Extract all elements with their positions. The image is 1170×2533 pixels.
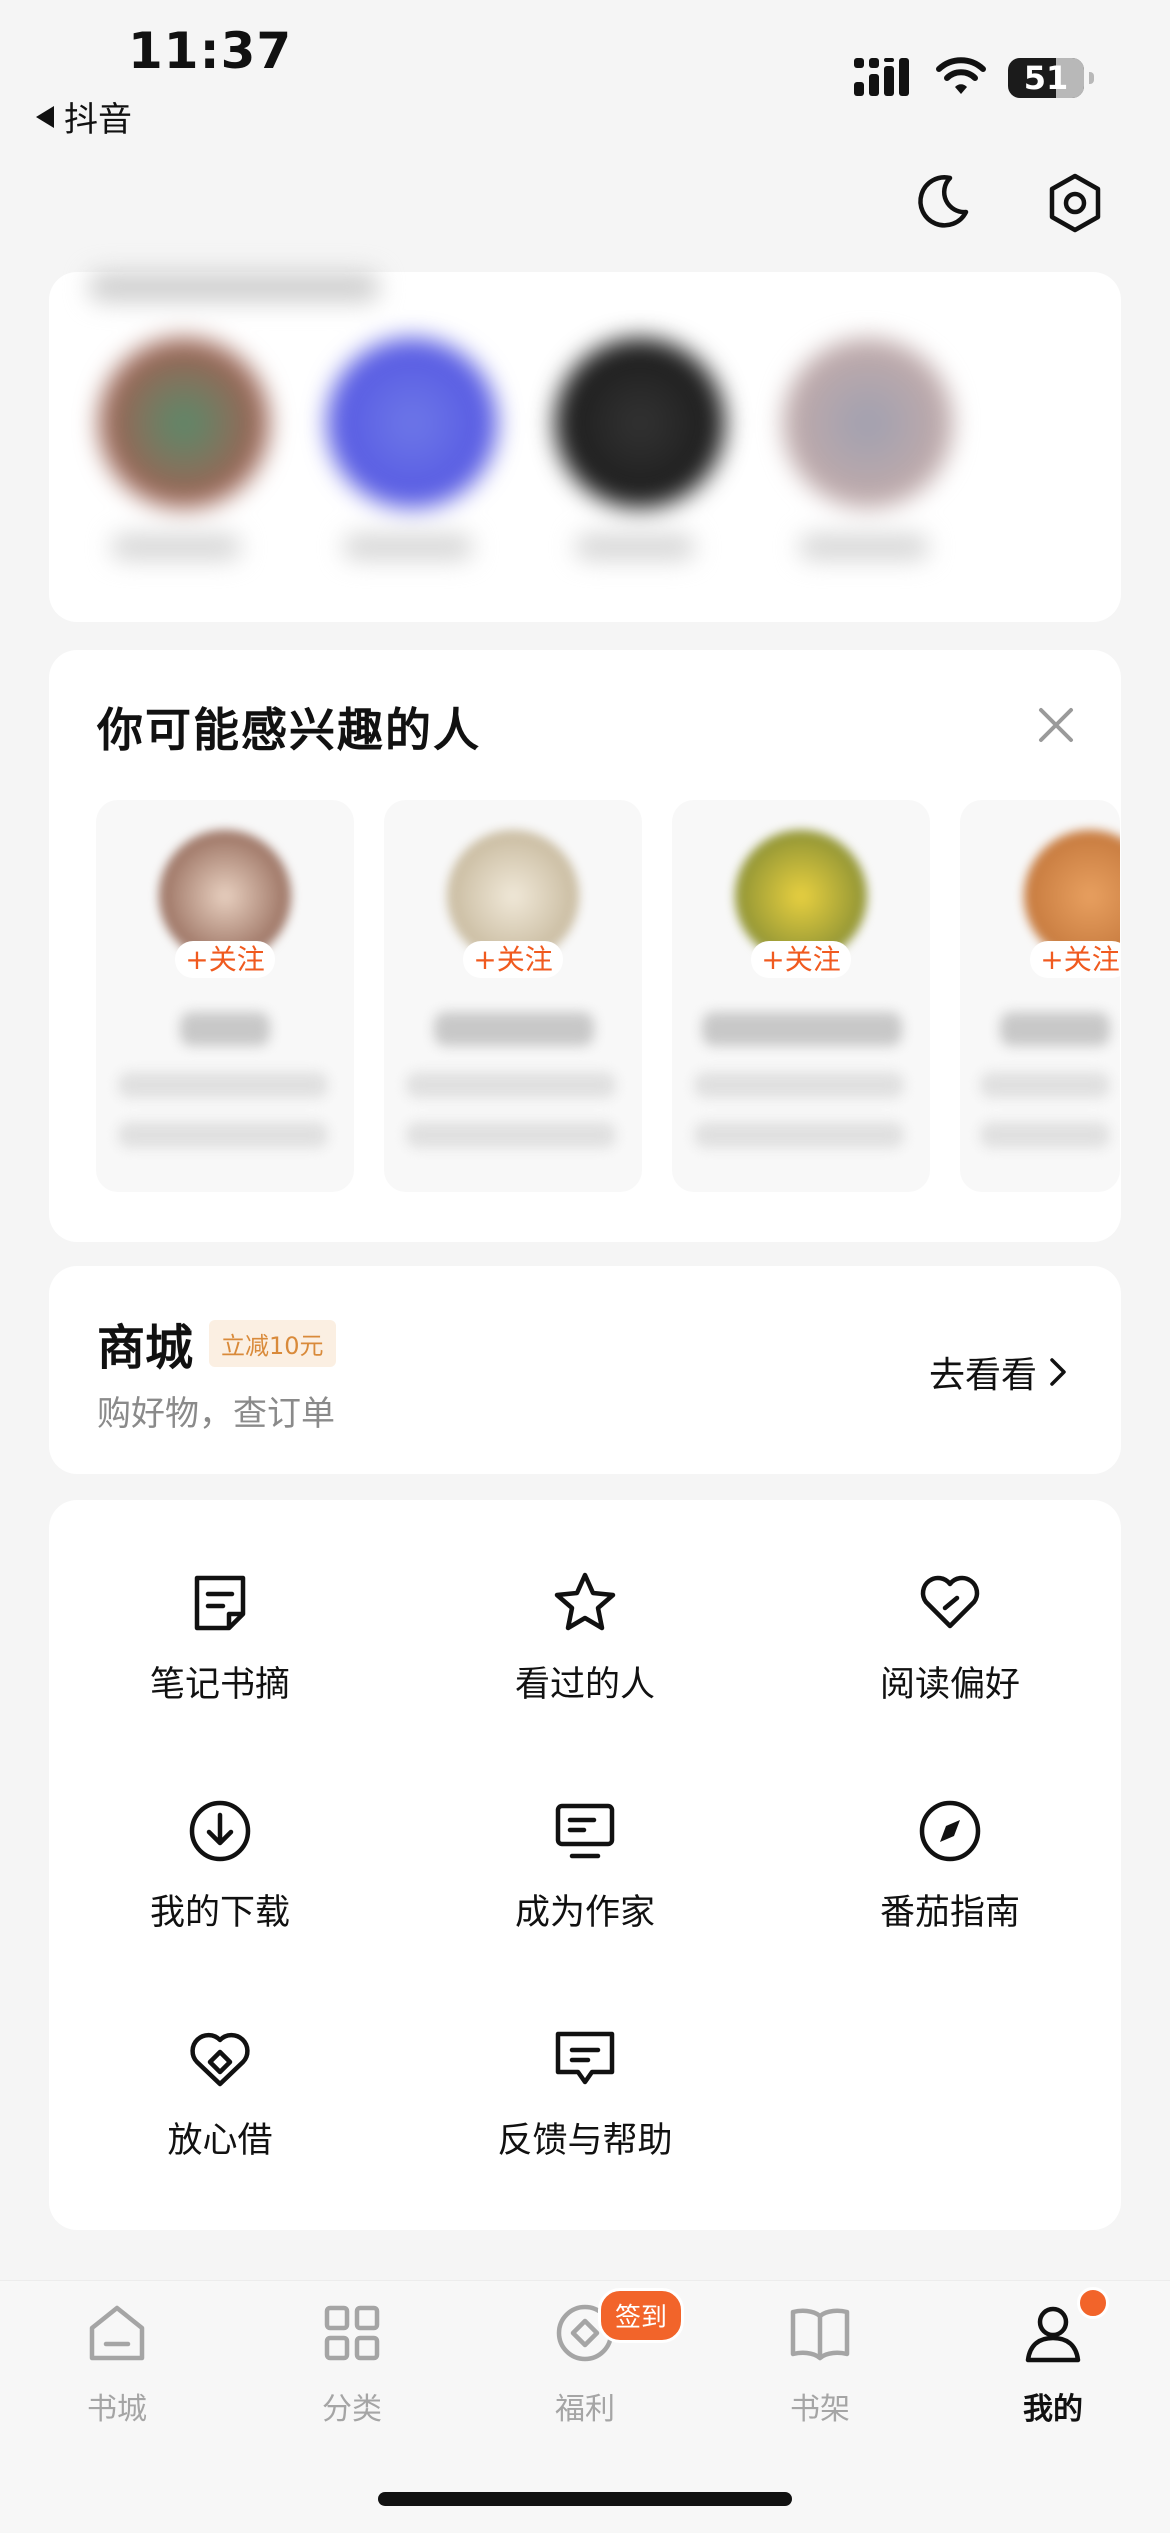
tab-label: 书架 xyxy=(790,2392,850,2427)
service-label: 看过的人 xyxy=(514,1665,655,1705)
notification-dot xyxy=(1077,2287,1109,2319)
follow-button[interactable]: +关注 xyxy=(96,938,354,978)
back-to-app-button[interactable]: 抖音 xyxy=(36,92,132,141)
follow-button[interactable]: +关注 xyxy=(384,938,642,978)
service-become-writer[interactable]: 成为作家 xyxy=(415,1796,755,1935)
feedback-icon xyxy=(550,2024,620,2094)
tab-bookstore[interactable]: 书城 xyxy=(47,2300,187,2428)
service-guide[interactable]: 番茄指南 xyxy=(780,1796,1120,1935)
suggested-user-card[interactable]: +关注 xyxy=(384,800,642,1192)
moon-icon[interactable] xyxy=(912,172,972,232)
monitor-icon xyxy=(550,1796,620,1866)
service-loan[interactable]: 放心借 xyxy=(50,2024,390,2163)
service-notes[interactable]: 笔记书摘 xyxy=(50,1568,390,1707)
follow-button[interactable]: +关注 xyxy=(1000,938,1120,978)
tab-label: 分类 xyxy=(322,2392,382,2427)
service-feedback[interactable]: 反馈与帮助 xyxy=(415,2024,755,2163)
tab-label: 福利 xyxy=(555,2392,615,2427)
tab-label: 书城 xyxy=(87,2392,147,2427)
profile-icon xyxy=(1020,2300,1086,2366)
mall-subtitle: 购好物，查订单 xyxy=(97,1394,335,1434)
follow-button[interactable]: +关注 xyxy=(672,938,930,978)
mall-title: 商城 xyxy=(97,1320,194,1376)
note-icon xyxy=(185,1568,255,1638)
download-icon xyxy=(185,1796,255,1866)
service-label: 笔记书摘 xyxy=(149,1665,290,1705)
tab-bookshelf[interactable]: 书架 xyxy=(750,2300,890,2428)
chevron-right-icon xyxy=(1049,1357,1067,1387)
followed-authors-card xyxy=(49,272,1121,622)
mall-card[interactable]: 商城 立减10元 购好物，查订单 去看看 xyxy=(49,1266,1121,1474)
status-time: 11:37 xyxy=(128,22,293,80)
signal-icon xyxy=(854,56,916,98)
tab-category[interactable]: 分类 xyxy=(282,2300,422,2428)
home-icon xyxy=(84,2300,150,2366)
battery-level: 51 xyxy=(1023,59,1069,97)
mall-discount-badge: 立减10元 xyxy=(209,1319,336,1367)
loan-icon xyxy=(185,2024,255,2094)
mall-go-link[interactable]: 去看看 xyxy=(929,1346,1067,1398)
back-arrow-icon xyxy=(36,105,54,128)
service-label: 番茄指南 xyxy=(879,1893,1020,1933)
suggested-user-card[interactable]: +关注 xyxy=(672,800,930,1192)
service-preference[interactable]: 阅读偏好 xyxy=(780,1568,1120,1707)
star-icon xyxy=(550,1568,620,1638)
compass-icon xyxy=(915,1796,985,1866)
sign-in-badge[interactable]: 签到 xyxy=(598,2288,685,2343)
service-label: 放心借 xyxy=(167,2121,273,2161)
service-label: 我的下载 xyxy=(149,1893,290,1933)
tab-mine[interactable]: 我的 xyxy=(983,2300,1123,2428)
suggested-user-card[interactable]: +关注 xyxy=(96,800,354,1192)
mall-go-label: 去看看 xyxy=(929,1355,1038,1396)
service-downloads[interactable]: 我的下载 xyxy=(50,1796,390,1935)
book-icon xyxy=(787,2300,853,2366)
suggested-user-card[interactable]: +关注 xyxy=(960,800,1120,1192)
service-label: 阅读偏好 xyxy=(879,1665,1020,1705)
service-label: 反馈与帮助 xyxy=(497,2121,673,2161)
close-icon[interactable] xyxy=(1037,706,1075,744)
service-viewed[interactable]: 看过的人 xyxy=(415,1568,755,1707)
back-app-label: 抖音 xyxy=(64,100,132,140)
heart-icon xyxy=(915,1568,985,1638)
interest-title: 你可能感兴趣的人 xyxy=(97,703,481,757)
wifi-icon xyxy=(936,54,986,96)
settings-icon[interactable] xyxy=(1044,172,1106,234)
tab-label: 我的 xyxy=(1023,2392,1083,2427)
service-label: 成为作家 xyxy=(514,1893,655,1933)
home-indicator[interactable] xyxy=(378,2492,792,2506)
grid-icon xyxy=(319,2300,385,2366)
battery-indicator: 51 xyxy=(1008,58,1094,98)
